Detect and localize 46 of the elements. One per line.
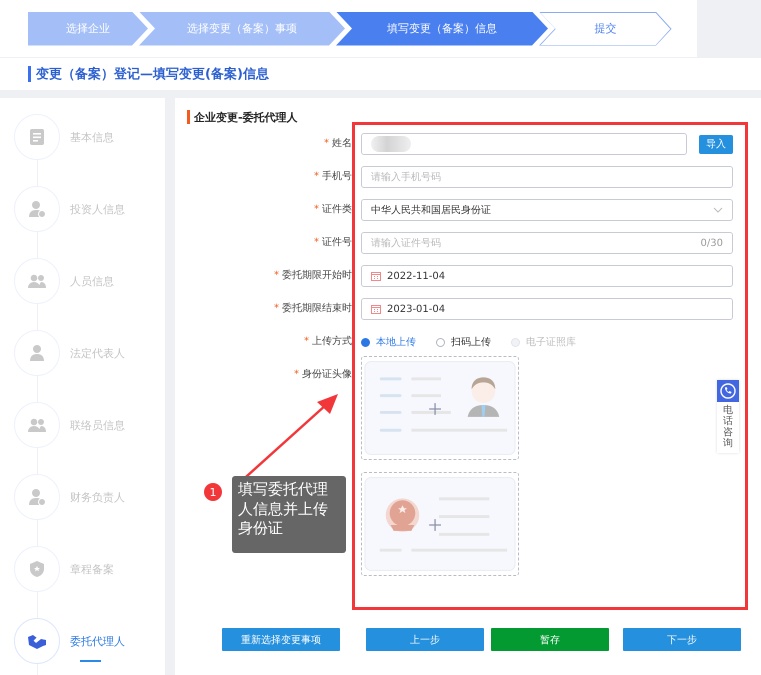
sidebar-item[interactable]: 委托代理人 [0, 618, 165, 664]
sidebar-item[interactable]: 章程备案 [0, 546, 165, 592]
person-icon [27, 487, 47, 507]
sidebar-item[interactable]: 投资人信息 [0, 186, 165, 232]
step-number-badge: 1 [204, 483, 222, 501]
sidebar-item[interactable]: 人员信息 [0, 258, 165, 304]
sidebar-item[interactable]: 财务负责人 [0, 474, 165, 520]
field-label: * 委托期限开始时 [273, 268, 352, 283]
progress-step: 选择变更（备案）事项 [139, 12, 345, 46]
progress-step: 填写变更（备案）信息 [336, 12, 548, 46]
sidebar-item[interactable]: 联络员信息 [0, 402, 165, 448]
annotation-tooltip: 填写委托代理人信息并上传身份证 [232, 476, 346, 553]
field-label: * 证件类 [313, 202, 352, 217]
input-field[interactable]: 请输入证件号码 0/30 [361, 232, 733, 254]
field-label: * 证件号 [313, 236, 352, 250]
chevron-down-icon [713, 207, 723, 213]
field-label: * 上传方式 [303, 334, 352, 349]
input-field[interactable] [361, 133, 687, 155]
action-button[interactable]: 上一步 [366, 628, 484, 651]
date-field[interactable]: 2022-11-04 [361, 265, 733, 287]
field-label: * 姓名 [323, 137, 352, 151]
input-field[interactable]: 请输入手机号码 [361, 166, 733, 188]
import-button[interactable]: 导入 [699, 134, 733, 154]
sidebar-item[interactable]: 法定代表人 [0, 330, 165, 376]
date-field[interactable]: 2023-01-04 [361, 298, 733, 320]
phone-consult-tab[interactable]: 电话咨询 [717, 380, 739, 453]
field-label: * 身份证头像 [293, 368, 352, 382]
field-label: * 委托期限结束时 [273, 302, 352, 316]
shield-icon [27, 559, 47, 579]
section-title: 企业变更-委托代理人 [194, 110, 298, 124]
action-button[interactable]: 下一步 [623, 628, 741, 651]
field-label: * 手机号 [313, 170, 352, 184]
radio-option[interactable]: 扫码上传 [436, 335, 491, 349]
select-field[interactable]: 中华人民共和国居民身份证 [361, 199, 733, 221]
person-icon [27, 199, 47, 219]
progress-step: 选择企业 [28, 12, 148, 46]
person-icon [27, 343, 47, 363]
action-button[interactable]: 暂存 [491, 628, 609, 651]
calendar-icon [371, 304, 381, 314]
phone-icon [720, 383, 736, 399]
document-icon [27, 127, 47, 147]
page-title: 变更（备案）登记—填写变更(备案)信息 [36, 66, 269, 83]
calendar-icon [371, 271, 381, 281]
radio-option[interactable]: 本地上传 [361, 335, 416, 349]
action-button[interactable]: 重新选择变更事项 [222, 628, 340, 651]
sidebar-item[interactable]: 基本信息 [0, 114, 165, 160]
